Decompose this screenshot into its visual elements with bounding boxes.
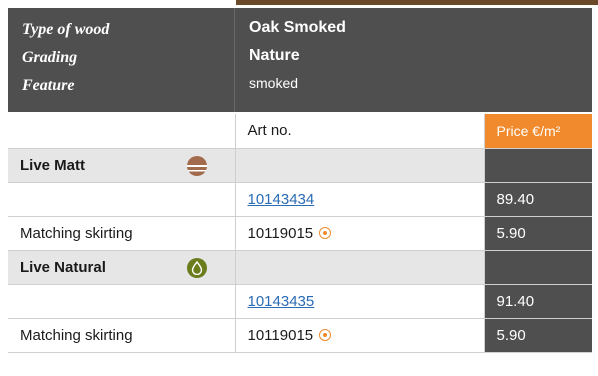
value-grading: Nature: [249, 47, 300, 64]
art-no-header: Art no.: [235, 114, 485, 149]
section-art-cell: [235, 250, 485, 285]
label-feature: Feature: [22, 77, 75, 94]
section-title-cell: Live Matt: [8, 148, 236, 183]
section-title: Live Natural: [20, 258, 106, 276]
row-label: [8, 284, 236, 319]
art-no-link[interactable]: 10143435: [248, 293, 315, 310]
section-row-live-natural: Live Natural: [8, 250, 592, 285]
section-art-cell: [235, 148, 485, 183]
table-row: Matching skirting 10119015 5.90: [8, 216, 592, 251]
table-row: Matching skirting 10119015 5.90: [8, 318, 592, 353]
price-table: Art no. Price €/m² Live Matt 10143434 89…: [8, 114, 592, 353]
price-cell: 91.40: [484, 284, 592, 319]
art-no-text: 10119015: [247, 224, 314, 242]
art-no-cell: 10143434: [235, 182, 485, 217]
art-no-cell: 10143435: [235, 284, 485, 319]
matt-finish-icon: [186, 155, 207, 176]
price-cell: 5.90: [484, 318, 592, 353]
natural-oil-drop-icon: [186, 257, 207, 278]
target-circle-icon[interactable]: [319, 328, 332, 341]
header-empty-cell: [8, 114, 236, 149]
row-label: [8, 182, 236, 217]
label-type-of-wood: Type of wood: [22, 21, 110, 38]
art-no-cell: 10119015: [235, 318, 485, 353]
section-title-cell: Live Natural: [8, 250, 236, 285]
section-row-live-matt: Live Matt: [8, 148, 592, 183]
price-cell: 5.90: [484, 216, 592, 251]
product-image-strip: [236, 0, 598, 5]
table-row: 10143435 91.40: [8, 284, 592, 319]
price-header: Price €/m²: [484, 114, 592, 149]
section-price-cell: [484, 250, 592, 285]
art-no-link[interactable]: 10143434: [248, 191, 315, 208]
value-type-of-wood: Oak Smoked: [249, 19, 346, 36]
art-no-cell: 10119015: [235, 216, 485, 251]
price-cell: 89.40: [484, 182, 592, 217]
row-label: Matching skirting: [8, 318, 236, 353]
label-grading: Grading: [22, 49, 78, 66]
section-price-cell: [484, 148, 592, 183]
table-row: 10143434 89.40: [8, 182, 592, 217]
section-title: Live Matt: [20, 156, 86, 174]
row-label: Matching skirting: [8, 216, 236, 251]
spec-header: Type of wood Grading Feature Oak Smoked …: [8, 8, 592, 112]
target-circle-icon[interactable]: [319, 226, 332, 239]
product-spec-sheet: Type of wood Grading Feature Oak Smoked …: [0, 0, 598, 376]
table-header-row: Art no. Price €/m²: [8, 114, 592, 149]
spec-labels: Type of wood Grading Feature: [8, 8, 234, 112]
value-feature: smoked: [249, 75, 299, 91]
art-no-text: 10119015: [247, 326, 314, 344]
spec-values: Oak Smoked Nature smoked: [234, 8, 592, 112]
